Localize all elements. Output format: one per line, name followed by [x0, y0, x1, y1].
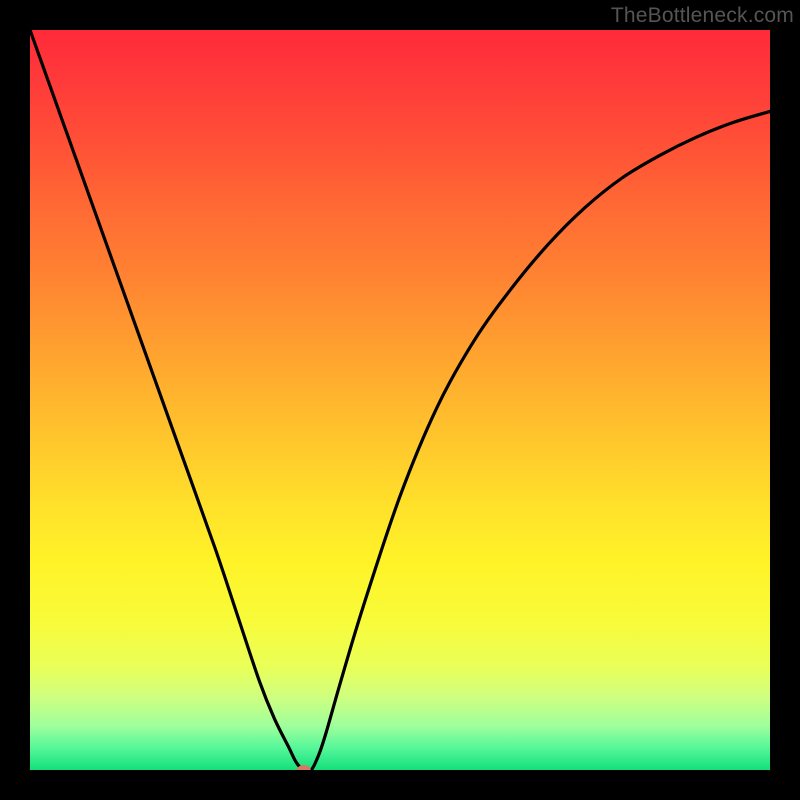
plot-background — [30, 30, 770, 770]
watermark-text: TheBottleneck.com — [611, 4, 794, 28]
chart-frame: TheBottleneck.com — [0, 0, 800, 800]
